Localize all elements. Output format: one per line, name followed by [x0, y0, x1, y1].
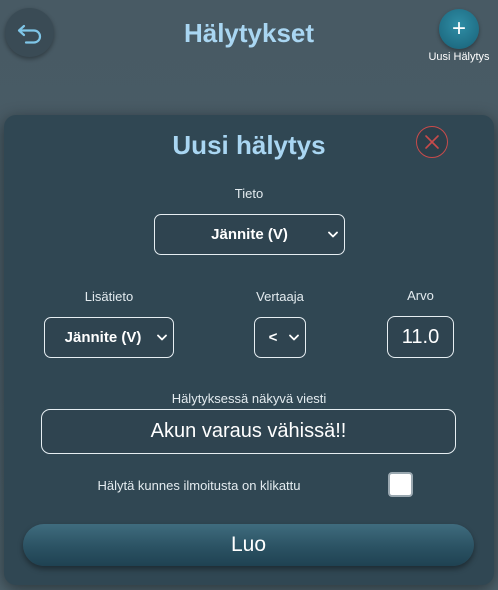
close-x-icon [425, 135, 439, 149]
create-button-label: Luo [230, 533, 267, 556]
tieto-label: Tieto [234, 186, 264, 201]
repeat-checkbox[interactable] [388, 472, 413, 497]
chevron-down-icon [289, 334, 299, 341]
chevron-down-icon [328, 231, 338, 238]
vertaaja-select[interactable]: < [254, 317, 306, 358]
tieto-select[interactable]: Jännite (V) [154, 214, 345, 255]
create-button[interactable]: Luo [23, 524, 474, 566]
message-input[interactable]: Akun varaus vähissä!! [41, 409, 456, 454]
arvo-value: 11.0 [401, 325, 440, 348]
arvo-label: Arvo [407, 288, 434, 303]
lisatieto-selected-value: Jännite (V) [64, 329, 142, 346]
repeat-checkbox-label: Hälytä kunnes ilmoitusta on klikattu [97, 478, 301, 493]
plus-icon: + [451, 15, 466, 42]
chevron-down-icon [157, 334, 167, 341]
close-button[interactable] [416, 126, 448, 158]
vertaaja-selected-value: < [268, 329, 278, 346]
page-title: Hälytykset [183, 18, 315, 48]
new-alert-label: Uusi Hälytys [428, 51, 490, 63]
tieto-selected-value: Jännite (V) [211, 226, 288, 243]
lisatieto-label: Lisätieto [84, 289, 134, 304]
message-value: Akun varaus vähissä!! [150, 420, 347, 442]
arvo-input[interactable]: 11.0 [387, 316, 454, 358]
new-alert-modal: Uusi hälytys Tieto Jännite (V) Lisätieto… [4, 115, 494, 585]
vertaaja-label: Vertaaja [256, 289, 304, 304]
new-alert-button[interactable]: + [439, 9, 479, 49]
lisatieto-select[interactable]: Jännite (V) [44, 317, 174, 358]
message-label: Hälytyksessä näkyvä viesti [171, 391, 327, 406]
